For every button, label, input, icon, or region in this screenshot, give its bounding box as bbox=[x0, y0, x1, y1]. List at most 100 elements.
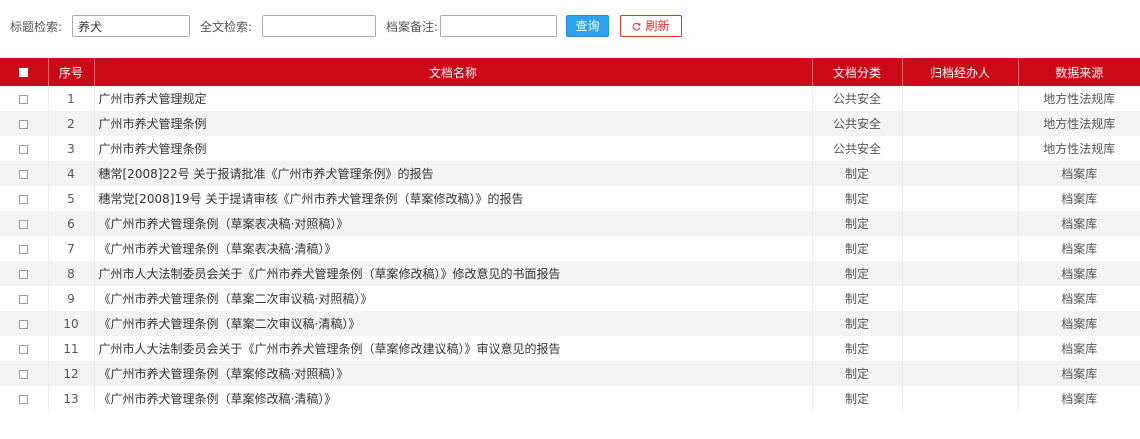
document-category: 制定 bbox=[812, 261, 903, 286]
checkbox-icon bbox=[19, 144, 29, 154]
row-checkbox[interactable] bbox=[0, 186, 49, 211]
checkbox-icon bbox=[19, 94, 29, 104]
archive-handler bbox=[902, 286, 1019, 311]
archive-handler bbox=[902, 361, 1019, 386]
checkbox-icon bbox=[19, 169, 29, 179]
row-number: 12 bbox=[48, 361, 95, 386]
refresh-button-label: 刷新 bbox=[645, 19, 670, 33]
table-body: 1 广州市养犬管理规定 公共安全 地方性法规库 2 广州市养犬管理条例 公共安全 地方性法规库… bbox=[0, 86, 1140, 411]
title-search-input[interactable] bbox=[72, 15, 190, 37]
document-title[interactable]: 广州市养犬管理规定 bbox=[94, 86, 813, 111]
table-row[interactable]: 4 穗常[2008]22号 关于报请批准《广州市养犬管理条例》的报告 制定 档案库 bbox=[0, 161, 1140, 186]
document-category: 制定 bbox=[812, 361, 903, 386]
row-number: 11 bbox=[48, 336, 95, 361]
table-row[interactable]: 13 《广州市养犬管理条例（草案修改稿·清稿）》 制定 档案库 bbox=[0, 386, 1140, 411]
table-row[interactable]: 9 《广州市养犬管理条例（草案二次审议稿·对照稿）》 制定 档案库 bbox=[0, 286, 1140, 311]
checkbox-icon bbox=[19, 244, 29, 254]
archive-handler bbox=[902, 236, 1019, 261]
archive-handler bbox=[902, 386, 1019, 411]
archive-handler bbox=[902, 161, 1019, 186]
data-source: 档案库 bbox=[1018, 161, 1140, 186]
search-toolbar: 标题检索: 全文检索: 档案备注: 查询 刷新 bbox=[0, 0, 1140, 56]
fulltext-search-input[interactable] bbox=[262, 15, 376, 37]
query-button[interactable]: 查询 bbox=[566, 15, 609, 37]
table-row[interactable]: 11 广州市人大法制委员会关于《广州市养犬管理条例（草案修改建议稿）》审议意见的报… bbox=[0, 336, 1140, 361]
table-row[interactable]: 8 广州市人大法制委员会关于《广州市养犬管理条例（草案修改稿）》修改意见的书面报告… bbox=[0, 261, 1140, 286]
row-checkbox[interactable] bbox=[0, 211, 49, 236]
archive-handler bbox=[902, 211, 1019, 236]
row-checkbox[interactable] bbox=[0, 161, 49, 186]
data-source: 档案库 bbox=[1018, 311, 1140, 336]
checkbox-icon bbox=[19, 319, 29, 329]
row-checkbox[interactable] bbox=[0, 236, 49, 261]
table-row[interactable]: 1 广州市养犬管理规定 公共安全 地方性法规库 bbox=[0, 86, 1140, 111]
document-table: 序号 文档名称 文档分类 归档经办人 数据来源 1 广州市养犬管理规定 公共安全 地方… bbox=[0, 58, 1140, 411]
row-number: 2 bbox=[48, 111, 95, 136]
table-row[interactable]: 7 《广州市养犬管理条例（草案表决稿·清稿）》 制定 档案库 bbox=[0, 236, 1140, 261]
archive-handler bbox=[902, 111, 1019, 136]
table-row[interactable]: 2 广州市养犬管理条例 公共安全 地方性法规库 bbox=[0, 111, 1140, 136]
row-number: 10 bbox=[48, 311, 95, 336]
data-source: 地方性法规库 bbox=[1018, 111, 1140, 136]
row-number: 1 bbox=[48, 86, 95, 111]
refresh-icon bbox=[633, 22, 641, 31]
fulltext-search-label: 全文检索: bbox=[200, 20, 253, 34]
document-title[interactable]: 《广州市养犬管理条例（草案表决稿·对照稿）》 bbox=[94, 211, 813, 236]
document-title[interactable]: 广州市养犬管理条例 bbox=[94, 136, 813, 161]
row-number: 7 bbox=[48, 236, 95, 261]
document-category: 制定 bbox=[812, 311, 903, 336]
archive-handler bbox=[902, 86, 1019, 111]
checkbox-icon bbox=[19, 119, 29, 129]
row-number: 13 bbox=[48, 386, 95, 411]
row-checkbox[interactable] bbox=[0, 336, 49, 361]
document-category: 公共安全 bbox=[812, 111, 903, 136]
row-checkbox[interactable] bbox=[0, 361, 49, 386]
row-checkbox[interactable] bbox=[0, 311, 49, 336]
row-checkbox[interactable] bbox=[0, 386, 49, 411]
row-number: 4 bbox=[48, 161, 95, 186]
archive-handler bbox=[902, 336, 1019, 361]
data-source: 档案库 bbox=[1018, 211, 1140, 236]
data-source: 地方性法规库 bbox=[1018, 136, 1140, 161]
document-category: 制定 bbox=[812, 336, 903, 361]
data-source: 档案库 bbox=[1018, 386, 1140, 411]
refresh-button[interactable]: 刷新 bbox=[620, 15, 682, 37]
document-title[interactable]: 《广州市养犬管理条例（草案表决稿·清稿）》 bbox=[94, 236, 813, 261]
row-checkbox[interactable] bbox=[0, 136, 49, 161]
document-title[interactable]: 《广州市养犬管理条例（草案二次审议稿·清稿）》 bbox=[94, 311, 813, 336]
table-row[interactable]: 10 《广州市养犬管理条例（草案二次审议稿·清稿）》 制定 档案库 bbox=[0, 311, 1140, 336]
document-title[interactable]: 穗常党[2008]19号 关于提请审核《广州市养犬管理条例（草案修改稿）》的报告 bbox=[94, 186, 813, 211]
document-category: 公共安全 bbox=[812, 136, 903, 161]
document-title[interactable]: 广州市人大法制委员会关于《广州市养犬管理条例（草案修改建议稿）》审议意见的报告 bbox=[94, 336, 813, 361]
document-title[interactable]: 《广州市养犬管理条例（草案二次审议稿·对照稿）》 bbox=[94, 286, 813, 311]
archive-handler bbox=[902, 136, 1019, 161]
document-title[interactable]: 《广州市养犬管理条例（草案修改稿·清稿）》 bbox=[94, 386, 813, 411]
row-checkbox[interactable] bbox=[0, 261, 49, 286]
column-header-title[interactable]: 文档名称 bbox=[94, 58, 813, 86]
row-checkbox[interactable] bbox=[0, 86, 49, 111]
row-checkbox[interactable] bbox=[0, 286, 49, 311]
column-header-category[interactable]: 文档分类 bbox=[812, 58, 903, 86]
column-header-source[interactable]: 数据来源 bbox=[1018, 58, 1140, 86]
remark-search-input[interactable] bbox=[440, 15, 557, 37]
document-title[interactable]: 广州市养犬管理条例 bbox=[94, 111, 813, 136]
document-category: 制定 bbox=[812, 236, 903, 261]
document-title[interactable]: 《广州市养犬管理条例（草案修改稿·对照稿）》 bbox=[94, 361, 813, 386]
data-source: 档案库 bbox=[1018, 361, 1140, 386]
table-row[interactable]: 12 《广州市养犬管理条例（草案修改稿·对照稿）》 制定 档案库 bbox=[0, 361, 1140, 386]
checkbox-icon bbox=[19, 68, 29, 77]
select-all-checkbox[interactable] bbox=[0, 58, 49, 86]
remark-search-label: 档案备注: bbox=[386, 20, 439, 34]
document-title[interactable]: 穗常[2008]22号 关于报请批准《广州市养犬管理条例》的报告 bbox=[94, 161, 813, 186]
data-source: 档案库 bbox=[1018, 261, 1140, 286]
column-header-handler[interactable]: 归档经办人 bbox=[902, 58, 1019, 86]
column-header-no[interactable]: 序号 bbox=[48, 58, 95, 86]
table-row[interactable]: 3 广州市养犬管理条例 公共安全 地方性法规库 bbox=[0, 136, 1140, 161]
row-number: 6 bbox=[48, 211, 95, 236]
row-checkbox[interactable] bbox=[0, 111, 49, 136]
document-title[interactable]: 广州市人大法制委员会关于《广州市养犬管理条例（草案修改稿）》修改意见的书面报告 bbox=[94, 261, 813, 286]
table-row[interactable]: 5 穗常党[2008]19号 关于提请审核《广州市养犬管理条例（草案修改稿）》的报… bbox=[0, 186, 1140, 211]
document-grid: 序号 文档名称 文档分类 归档经办人 数据来源 1 广州市养犬管理规定 公共安全 地方… bbox=[0, 58, 1140, 439]
checkbox-icon bbox=[19, 194, 29, 204]
table-row[interactable]: 6 《广州市养犬管理条例（草案表决稿·对照稿）》 制定 档案库 bbox=[0, 211, 1140, 236]
